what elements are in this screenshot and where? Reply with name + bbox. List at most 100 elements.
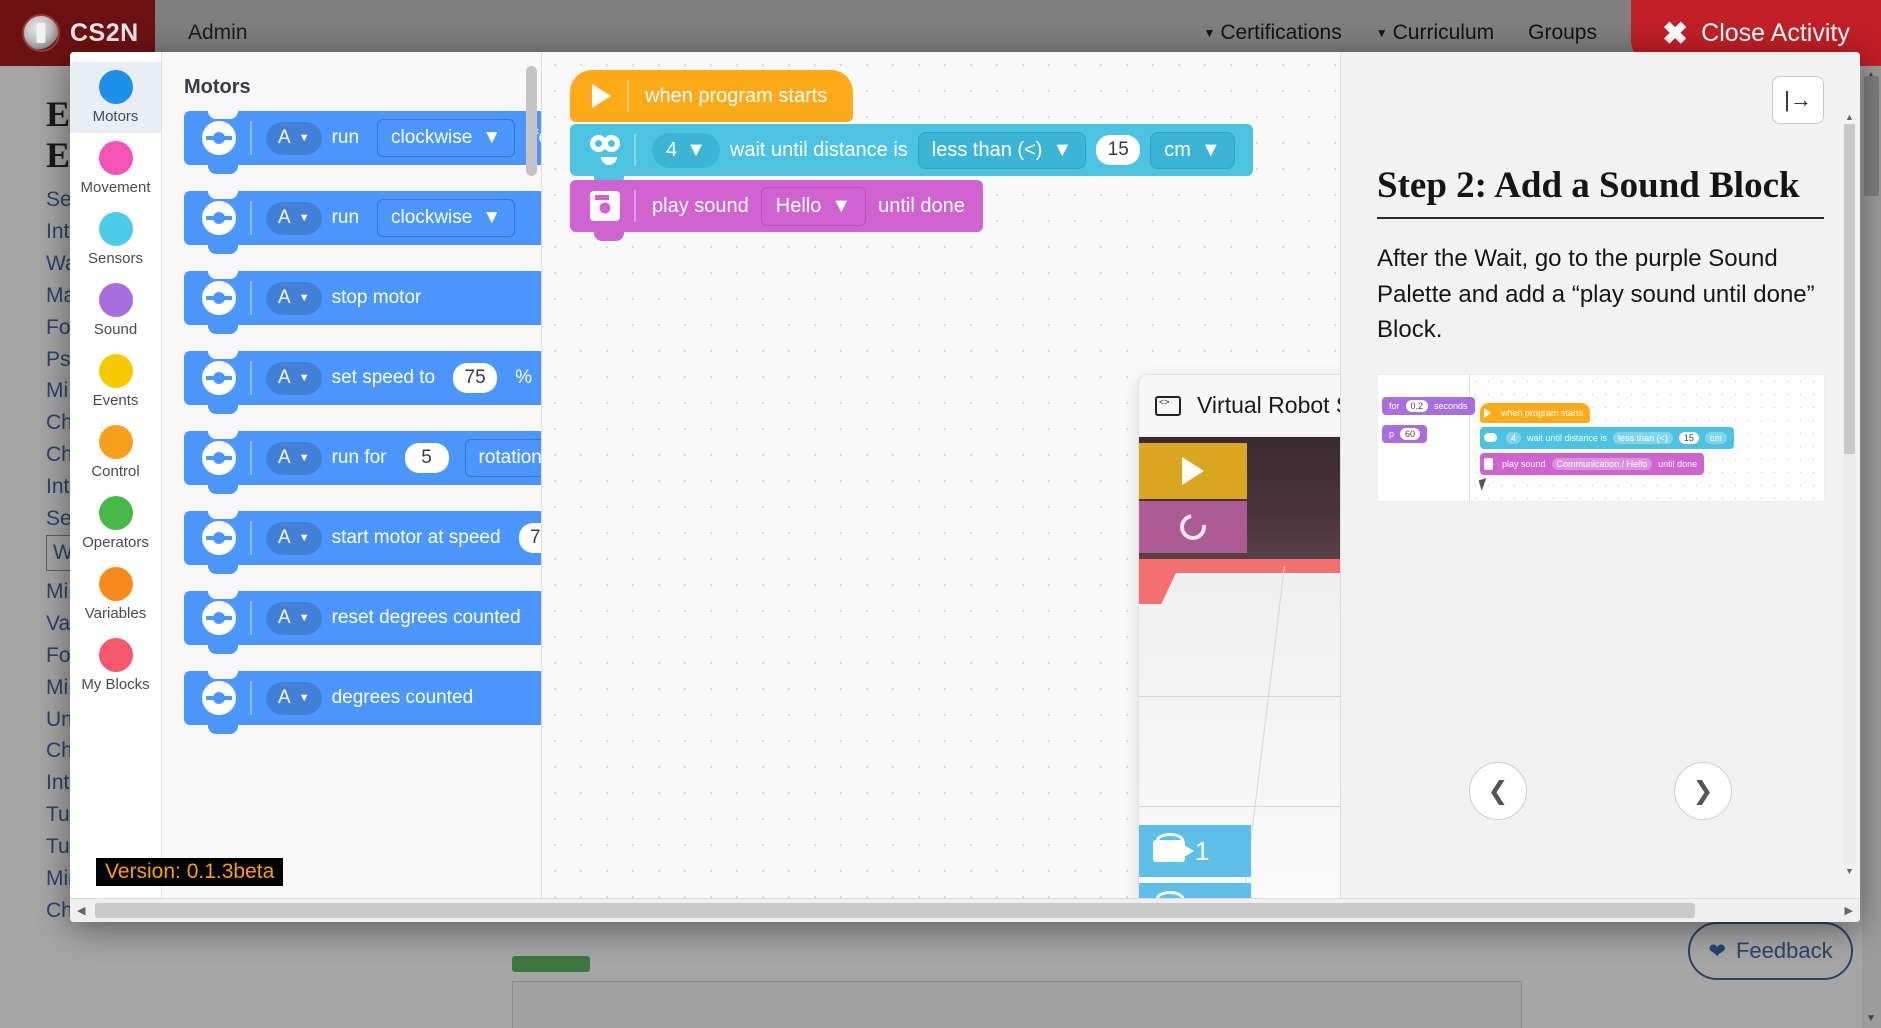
motor-icon: [202, 601, 236, 635]
chevron-down-icon: ▼: [482, 207, 502, 228]
palette-block[interactable]: A▼run for5rotations▼at: [184, 430, 541, 494]
category-color-dot: [98, 567, 133, 601]
thumb-palette-block-1: for 0.2 seconds: [1382, 396, 1475, 415]
port-dropdown[interactable]: A ▼: [266, 681, 322, 715]
category-color-dot: [98, 70, 133, 104]
port-value: A: [278, 526, 291, 548]
close-icon: ✖: [1662, 15, 1689, 51]
block-play-sound-until-done[interactable]: play sound Hello ▼ until done: [570, 180, 983, 241]
cmu-seal-icon: [22, 14, 60, 52]
category-control[interactable]: Control: [70, 417, 161, 488]
modal-horizontal-scrollbar[interactable]: ◀ ▶: [70, 898, 1860, 922]
category-variables[interactable]: Variables: [70, 559, 161, 630]
number-input[interactable]: 75: [453, 363, 498, 393]
category-events[interactable]: Events: [70, 346, 161, 417]
port-dropdown[interactable]: A ▼: [266, 121, 322, 155]
sim-reset-button[interactable]: [1139, 501, 1247, 553]
block-category-column: Motors Movement Sensors Sound Events Control O…: [70, 52, 162, 898]
instruction-scroll-thumb[interactable]: [1844, 124, 1855, 454]
palette-block[interactable]: A ▼ set speed to 75%: [184, 350, 541, 414]
instruction-panel: |→ Step 2: Add a Sound Block After the W…: [1340, 52, 1860, 898]
number-input[interactable]: 5: [404, 443, 449, 473]
thumb-sound: Communication / Hello: [1551, 457, 1653, 470]
play-icon: [1182, 457, 1204, 485]
port-dropdown[interactable]: A ▼: [266, 201, 322, 235]
port-dropdown[interactable]: A ▼: [266, 601, 322, 635]
chevron-down-icon: ▼: [298, 291, 310, 304]
port-dropdown[interactable]: 4 ▼: [652, 132, 720, 168]
port-dropdown[interactable]: A ▼: [266, 361, 322, 395]
scroll-left-icon[interactable]: ◀: [77, 904, 85, 917]
modal-hscroll-thumb[interactable]: [95, 903, 1695, 918]
port-value: 4: [666, 138, 678, 161]
block-label: degrees counted: [331, 687, 474, 708]
block-wait-until-distance[interactable]: 4 ▼ wait until distance is less than (<)…: [570, 124, 1253, 185]
block-label: wait until distance is: [729, 138, 908, 161]
chevron-right-icon[interactable]: ❯: [1674, 762, 1732, 820]
thumb-port: 4: [1506, 431, 1522, 444]
sensor-eyes-icon: [1484, 433, 1497, 443]
step-text: After the Wait, go to the purple Sound P…: [1377, 245, 1815, 344]
category-my-blocks[interactable]: My Blocks: [70, 630, 161, 701]
option-dropdown[interactable]: clockwise ▼: [377, 199, 516, 237]
motor-icon: [202, 281, 236, 315]
scroll-right-icon[interactable]: ▶: [1845, 904, 1853, 917]
block-workspace[interactable]: when program starts 4 ▼ wait until dista…: [542, 52, 1340, 898]
nav-admin-link[interactable]: Admin: [188, 21, 248, 45]
sim-viewport[interactable]: 1 2 💡 ◉ ▤: [1139, 437, 1340, 898]
unit-dropdown[interactable]: cm ▼: [1150, 131, 1235, 169]
port-value: A: [278, 366, 291, 388]
category-sound[interactable]: Sound: [70, 275, 161, 346]
palette-block[interactable]: A▼start motor at speed75% sp: [184, 510, 541, 574]
motor-icon: [202, 361, 236, 395]
palette-scrollbar[interactable]: [526, 66, 537, 876]
category-movement[interactable]: Movement: [70, 133, 161, 204]
port-value: A: [278, 606, 291, 628]
fit-to-width-icon[interactable]: |→: [1772, 76, 1824, 124]
category-operators[interactable]: Operators: [70, 488, 161, 559]
nav-item-groups[interactable]: Groups: [1528, 21, 1597, 45]
category-label: Sensors: [87, 250, 144, 267]
thumb-label: wait until distance is: [1527, 432, 1608, 443]
category-motors[interactable]: Motors: [70, 62, 161, 133]
port-dropdown[interactable]: A ▼: [266, 281, 322, 315]
palette-block[interactable]: A ▼ stop motor: [184, 270, 541, 334]
camera-icon: [1153, 833, 1194, 862]
category-color-dot: [98, 354, 133, 388]
sound-dropdown[interactable]: Hello ▼: [760, 186, 867, 226]
activity-modal: Motors Movement Sensors Sound Events Control O…: [70, 52, 1860, 922]
port-dropdown[interactable]: A ▼: [266, 441, 322, 475]
category-sensors[interactable]: Sensors: [70, 204, 161, 275]
scroll-down-icon[interactable]: ▼: [1845, 866, 1854, 876]
option-dropdown[interactable]: clockwise ▼: [377, 119, 516, 157]
motor-icon: [202, 681, 236, 715]
step-title: Step 2: Add a Sound Block: [1377, 165, 1800, 206]
play-icon: [1484, 407, 1491, 418]
block-when-program-starts[interactable]: when program starts: [570, 70, 854, 122]
distance-value-input[interactable]: 15: [1096, 135, 1141, 165]
speaker-icon: [590, 191, 620, 221]
nav-item-certifications[interactable]: ▼ Certifications: [1203, 21, 1341, 45]
palette-block[interactable]: A ▼ reset degrees counted: [184, 590, 541, 654]
sim-camera-1-button[interactable]: 1: [1139, 825, 1251, 877]
thumb-label: for: [1389, 400, 1400, 411]
chevron-down-icon: ▼: [298, 611, 310, 624]
category-label: Movement: [80, 179, 151, 196]
instruction-scrollbar[interactable]: ▲ ▼: [1843, 112, 1856, 876]
palette-block-list: A▼runclockwise▼for1 A▼runclockwise▼ A▼stop…: [162, 110, 541, 734]
sim-play-button[interactable]: [1139, 443, 1247, 499]
chevron-down-icon: ▼: [1375, 26, 1388, 40]
block-label: run for: [331, 447, 387, 468]
category-color-dot: [98, 638, 133, 672]
scroll-up-icon[interactable]: ▲: [1845, 112, 1854, 122]
block-palette[interactable]: Motors A▼runclockwise▼for1A▼runclockwise…: [162, 52, 542, 898]
chevron-left-icon[interactable]: ❮: [1469, 762, 1527, 820]
palette-block[interactable]: A ▼ run clockwise ▼: [184, 190, 541, 254]
operator-dropdown[interactable]: less than (<) ▼: [917, 131, 1087, 169]
palette-block[interactable]: A▼runclockwise▼for1: [184, 110, 541, 174]
sim-camera-2-button[interactable]: 2: [1139, 883, 1251, 898]
nav-item-curriculum[interactable]: ▼ Curriculum: [1376, 21, 1494, 45]
port-dropdown[interactable]: A ▼: [266, 521, 322, 555]
thumb-label-before: play sound: [1502, 458, 1546, 469]
palette-block[interactable]: A ▼ degrees counted: [184, 670, 541, 734]
